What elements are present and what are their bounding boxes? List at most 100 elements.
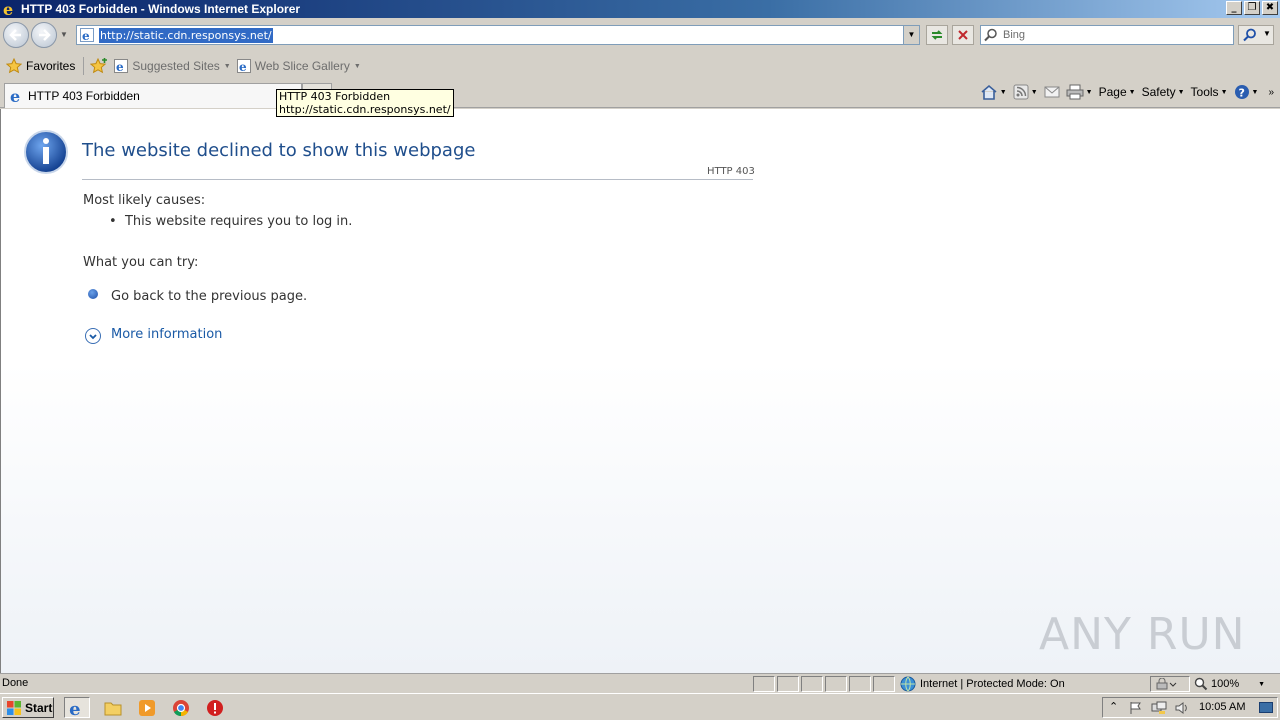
svg-text:e: e xyxy=(10,88,20,104)
tools-menu[interactable]: Tools ▼ xyxy=(1191,85,1228,99)
more-information-link[interactable]: More information xyxy=(111,327,222,342)
ie-logo-icon: e xyxy=(3,1,13,17)
tab-title: HTTP 403 Forbidden xyxy=(28,89,140,103)
tab-bar: e HTTP 403 Forbidden ▼ ▼ ▼ Page ▼ Safety ▼… xyxy=(0,80,1280,108)
refresh-button[interactable] xyxy=(926,25,948,45)
page-menu[interactable]: Page ▼ xyxy=(1099,85,1136,99)
help-icon: ? xyxy=(1234,85,1249,100)
chevron-down-icon: ▼ xyxy=(1085,88,1093,96)
divider xyxy=(82,179,753,180)
help-button[interactable]: ? ▼ xyxy=(1234,84,1259,100)
navigation-bar: ▼ e http://static.cdn.responsys.net/ ▼ B… xyxy=(0,18,1280,52)
web-slice-gallery-label: Web Slice Gallery xyxy=(254,59,350,73)
home-button[interactable]: ▼ xyxy=(980,84,1007,100)
flag-icon[interactable] xyxy=(1129,701,1143,715)
expand-circle-icon[interactable] xyxy=(85,328,101,344)
home-icon xyxy=(981,84,997,100)
web-slice-gallery-link[interactable]: e Web Slice Gallery ▼ xyxy=(236,59,361,73)
zoom-icon xyxy=(1194,677,1208,691)
error-heading: The website declined to show this webpag… xyxy=(82,140,476,161)
status-bar: Done Internet | Protected Mode: On 100% … xyxy=(0,673,1280,693)
separator xyxy=(83,57,85,75)
taskbar: Start e ⌃ 10:05 AM xyxy=(0,693,1280,720)
status-pane xyxy=(849,676,871,692)
clock[interactable]: 10:05 AM xyxy=(1199,701,1245,713)
restore-button[interactable]: ❐ xyxy=(1244,1,1260,15)
security-zone[interactable]: Internet | Protected Mode: On xyxy=(900,676,1065,692)
title-bar: e HTTP 403 Forbidden - Windows Internet … xyxy=(0,0,1280,18)
address-input[interactable]: http://static.cdn.responsys.net/ xyxy=(99,28,273,43)
forward-button[interactable] xyxy=(31,22,57,48)
start-label: Start xyxy=(25,700,53,715)
chevron-down-icon xyxy=(89,334,97,340)
address-dropdown-button[interactable]: ▼ xyxy=(903,26,919,44)
minimize-button[interactable]: _ xyxy=(1226,1,1242,15)
status-pane xyxy=(825,676,847,692)
suggested-sites-link[interactable]: e Suggested Sites ▼ xyxy=(114,59,231,73)
show-desktop-icon[interactable] xyxy=(1259,702,1273,713)
print-button[interactable]: ▼ xyxy=(1066,84,1093,100)
go-back-link[interactable]: Go back to the previous page. xyxy=(111,289,307,304)
media-player-icon xyxy=(139,699,155,716)
show-hidden-icons-button[interactable]: ⌃ xyxy=(1109,700,1118,713)
taskbar-stop-app-button[interactable] xyxy=(202,697,228,718)
svg-text:e: e xyxy=(239,60,247,73)
back-button[interactable] xyxy=(3,22,29,48)
cause-text: This website requires you to log in. xyxy=(124,214,353,229)
stop-button[interactable] xyxy=(952,25,974,45)
search-options-dropdown[interactable]: ▼ xyxy=(1263,29,1271,38)
safety-menu[interactable]: Safety ▼ xyxy=(1142,85,1185,99)
bullet-icon xyxy=(88,289,98,299)
folder-icon xyxy=(104,702,122,715)
system-tray: ⌃ 10:05 AM xyxy=(1102,697,1278,718)
add-favorite-icon xyxy=(90,58,108,74)
favorites-bar: Favorites e Suggested Sites ▼ e Web Slic… xyxy=(0,52,1280,80)
network-icon[interactable] xyxy=(1151,701,1167,715)
add-to-favorites-bar-button[interactable] xyxy=(90,58,108,74)
search-go-button[interactable]: ▼ xyxy=(1238,25,1274,45)
svg-text:e: e xyxy=(3,1,13,17)
svg-text:e: e xyxy=(69,699,80,717)
read-mail-button[interactable] xyxy=(1044,85,1060,99)
chevron-down-icon: ▼ xyxy=(1251,88,1259,96)
chevron-down-icon: ▼ xyxy=(1177,88,1185,96)
chevron-right-icon[interactable]: » xyxy=(1268,87,1274,98)
tab-http-403[interactable]: e HTTP 403 Forbidden xyxy=(4,83,302,108)
refresh-icon xyxy=(931,30,943,40)
ie-page-icon: e xyxy=(114,59,129,73)
taskbar-ie-button[interactable]: e xyxy=(64,697,90,718)
search-box[interactable]: Bing xyxy=(980,25,1234,45)
cause-item: • This website requires you to log in. xyxy=(109,214,353,229)
page-content: The website declined to show this webpag… xyxy=(0,109,1280,673)
start-button[interactable]: Start xyxy=(2,697,54,718)
recent-pages-dropdown[interactable]: ▼ xyxy=(60,30,68,39)
volume-icon[interactable] xyxy=(1175,701,1189,715)
svg-text:?: ? xyxy=(1238,87,1244,100)
svg-text:e: e xyxy=(116,60,124,73)
stop-icon xyxy=(958,30,968,40)
chevron-down-icon: ▼ xyxy=(1030,88,1038,96)
address-bar[interactable]: e http://static.cdn.responsys.net/ ▼ xyxy=(76,25,920,45)
lock-icon xyxy=(1156,677,1177,690)
zone-text: Internet | Protected Mode: On xyxy=(920,678,1065,690)
tooltip-url: http://static.cdn.responsys.net/ xyxy=(279,103,451,116)
printer-icon xyxy=(1066,84,1084,100)
taskbar-chrome-button[interactable] xyxy=(168,697,194,718)
chevron-down-icon: ▼ xyxy=(353,62,361,70)
forward-arrow-icon xyxy=(39,29,51,41)
window-title: HTTP 403 Forbidden - Windows Internet Ex… xyxy=(21,2,301,16)
svg-text:e: e xyxy=(82,29,90,42)
zoom-control[interactable]: 100% ▼ xyxy=(1194,677,1265,691)
close-button[interactable]: ✖ xyxy=(1262,1,1278,15)
taskbar-explorer-button[interactable] xyxy=(100,697,126,718)
tooltip-title: HTTP 403 Forbidden xyxy=(279,90,391,103)
protected-mode-pane[interactable] xyxy=(1150,676,1190,692)
status-pane xyxy=(873,676,895,692)
feeds-button[interactable]: ▼ xyxy=(1013,84,1038,100)
favorites-button[interactable]: Favorites xyxy=(6,58,75,74)
favorites-label: Favorites xyxy=(26,59,76,73)
taskbar-media-player-button[interactable] xyxy=(134,697,160,718)
page-menu-label: Page xyxy=(1098,85,1127,99)
search-icon xyxy=(984,28,997,42)
chevron-down-icon: ▼ xyxy=(1220,88,1228,96)
